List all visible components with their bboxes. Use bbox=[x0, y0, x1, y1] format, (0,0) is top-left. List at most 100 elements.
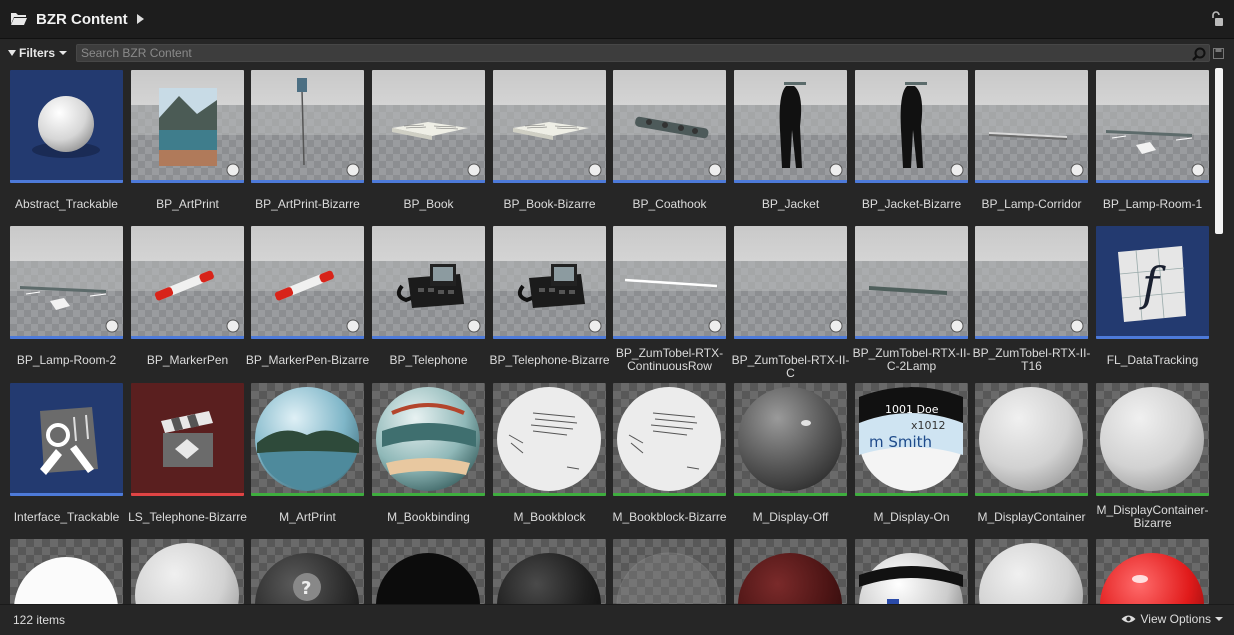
asset-label: BP_MarkerPen-Bizarre bbox=[245, 354, 370, 367]
item-count: 122 items bbox=[13, 613, 66, 627]
asset-label: M_Bookbinding bbox=[387, 511, 470, 524]
asset-type-bar bbox=[493, 336, 606, 339]
asset-thumbnail bbox=[613, 226, 726, 339]
asset-thumbnail bbox=[734, 70, 847, 183]
unlock-icon[interactable] bbox=[1210, 11, 1224, 27]
asset-label: BP_Jacket bbox=[761, 198, 820, 211]
asset-type-bar bbox=[855, 180, 968, 183]
sphere-question-text: ? bbox=[301, 578, 311, 599]
asset-label: BP_Lamp-Room-1 bbox=[1102, 198, 1203, 211]
asset-type-bar bbox=[975, 180, 1088, 183]
asset-type-bar bbox=[1096, 180, 1209, 183]
asset-type-bar bbox=[613, 336, 726, 339]
asset-label: BP_Jacket-Bizarre bbox=[861, 198, 962, 211]
asset-thumbnail bbox=[372, 539, 485, 604]
asset-thumbnail bbox=[131, 539, 244, 604]
asset-thumbnail bbox=[10, 539, 123, 604]
filter-bar: Filters bbox=[0, 39, 1234, 67]
asset-type-bar bbox=[1096, 336, 1209, 339]
asset-thumbnail: f bbox=[1096, 226, 1209, 339]
asset-thumbnail bbox=[372, 70, 485, 183]
scrollbar[interactable] bbox=[1213, 66, 1225, 604]
asset-type-bar bbox=[131, 336, 244, 339]
folder-open-icon bbox=[11, 13, 27, 25]
asset-label: M_DisplayContainer-Bizarre bbox=[1096, 504, 1209, 530]
asset-label: BP_Lamp-Room-2 bbox=[16, 354, 117, 367]
asset-thumbnail bbox=[493, 226, 606, 339]
asset-thumbnail bbox=[613, 70, 726, 183]
asset-type-bar bbox=[372, 493, 485, 496]
asset-label: M_Bookblock-Bizarre bbox=[612, 511, 727, 524]
filter-icon bbox=[8, 50, 16, 56]
asset-thumbnail bbox=[10, 70, 123, 183]
page-title: BZR Content bbox=[36, 10, 128, 28]
asset-label: BP_ArtPrint bbox=[156, 198, 219, 211]
asset-thumbnail bbox=[1096, 539, 1209, 604]
asset-type-bar bbox=[251, 336, 364, 339]
asset-type-bar bbox=[372, 336, 485, 339]
asset-thumbnail bbox=[613, 383, 726, 496]
asset-thumbnail bbox=[251, 383, 364, 496]
asset-thumbnail bbox=[855, 70, 968, 183]
status-bar: 122 items View Options bbox=[0, 604, 1234, 635]
asset-type-bar bbox=[734, 180, 847, 183]
search-box[interactable] bbox=[76, 44, 1210, 62]
asset-type-bar bbox=[734, 493, 847, 496]
asset-type-bar bbox=[855, 493, 968, 496]
asset-type-bar bbox=[131, 493, 244, 496]
search-input[interactable] bbox=[81, 45, 1181, 61]
asset-thumbnail bbox=[493, 383, 606, 496]
asset-type-bar bbox=[10, 180, 123, 183]
asset-label: BP_Coathook bbox=[632, 198, 707, 211]
asset-label: BP_ZumTobel-RTX-ContinuousRow Luminaire-… bbox=[615, 347, 724, 374]
asset-type-bar bbox=[493, 180, 606, 183]
asset-label: M_ArtPrint bbox=[279, 511, 336, 524]
asset-thumbnail bbox=[131, 383, 244, 496]
asset-label: BP_Lamp-Corridor bbox=[981, 198, 1082, 211]
asset-type-bar bbox=[131, 180, 244, 183]
asset-label: BP_Book bbox=[403, 198, 454, 211]
asset-thumbnail bbox=[734, 539, 847, 604]
asset-label: BP_ZumTobel-RTX-II-T16 bbox=[972, 347, 1091, 373]
save-search-icon[interactable] bbox=[1213, 48, 1224, 59]
scrollbar-thumb[interactable] bbox=[1215, 68, 1223, 234]
asset-thumbnail bbox=[975, 70, 1088, 183]
asset-thumbnail bbox=[372, 383, 485, 496]
asset-type-bar bbox=[855, 336, 968, 339]
content-browser-panel: BZR Content Filters Abstract_Trackable BP… bbox=[0, 0, 1234, 635]
asset-label: BP_Telephone-Bizarre bbox=[489, 354, 610, 367]
asset-thumbnail bbox=[493, 539, 606, 604]
asset-type-bar bbox=[10, 336, 123, 339]
asset-label: Interface_Trackable bbox=[13, 511, 120, 524]
view-options-button[interactable]: View Options bbox=[1121, 612, 1223, 626]
asset-label: BP_ArtPrint-Bizarre bbox=[255, 198, 360, 211]
path-arrow-icon[interactable] bbox=[136, 14, 144, 24]
asset-label: BP_Telephone bbox=[389, 354, 468, 367]
asset-thumbnail bbox=[10, 226, 123, 339]
asset-thumbnail bbox=[493, 70, 606, 183]
asset-thumbnail bbox=[975, 226, 1088, 339]
asset-label: BP_ZumTobel-RTX-II-C bbox=[731, 354, 850, 380]
sphere-id-text: 1001 Doe bbox=[885, 403, 939, 416]
asset-type-bar bbox=[613, 493, 726, 496]
asset-thumbnail bbox=[855, 539, 968, 604]
sphere-extension-text: x1012 bbox=[911, 419, 946, 432]
asset-thumbnail bbox=[251, 70, 364, 183]
title-bar: BZR Content bbox=[0, 0, 1234, 39]
sphere-name-text: m Smith bbox=[869, 433, 932, 451]
asset-label: BP_MarkerPen bbox=[146, 354, 229, 367]
chevron-down-icon bbox=[1215, 617, 1223, 621]
asset-thumbnail: ? bbox=[251, 539, 364, 604]
asset-thumbnail bbox=[613, 539, 726, 604]
eye-icon bbox=[1121, 615, 1136, 623]
search-icon[interactable] bbox=[1191, 46, 1207, 62]
asset-grid: Abstract_Trackable BP_ArtPrint BP_ArtPrint… bbox=[0, 68, 1210, 604]
asset-label: Abstract_Trackable bbox=[15, 198, 118, 211]
asset-label: FL_DataTracking bbox=[1106, 354, 1199, 367]
filters-label: Filters bbox=[19, 46, 56, 60]
chevron-down-icon bbox=[59, 51, 68, 55]
filters-button[interactable]: Filters bbox=[8, 44, 68, 62]
asset-label: M_DisplayContainer bbox=[977, 511, 1086, 524]
asset-thumbnail: 1001 Doe x1012 m Smith bbox=[855, 383, 968, 496]
asset-thumbnail bbox=[734, 226, 847, 339]
